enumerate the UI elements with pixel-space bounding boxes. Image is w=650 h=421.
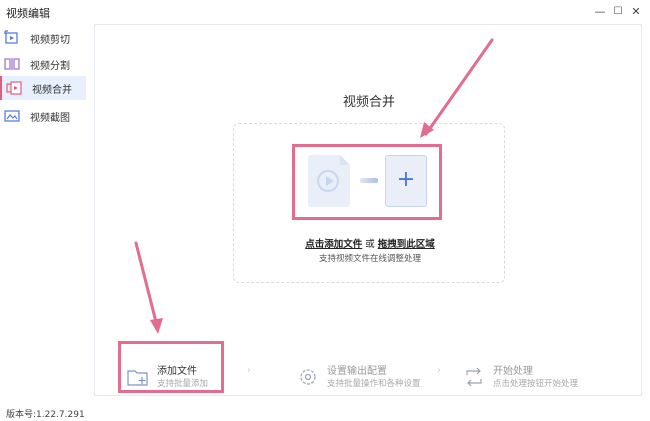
- merge-video-icon: [6, 81, 22, 95]
- maximize-button[interactable]: ☐: [610, 4, 626, 20]
- version-label: 版本号:1.22.7.291: [6, 410, 85, 420]
- sidebar-item-crop[interactable]: 视频剪切: [0, 26, 86, 50]
- title-bar: 视频编辑 — ☐ ✕: [0, 0, 650, 24]
- minimize-button[interactable]: —: [592, 4, 608, 20]
- drag-to-area-link[interactable]: 拖拽到此区域: [378, 239, 435, 250]
- sidebar-item-label: 视频剪切: [30, 35, 70, 46]
- sidebar-item-label: 视频截图: [30, 113, 70, 124]
- or-text: 或: [362, 239, 378, 250]
- step-output-settings: 设置输出配置 支持批量操作和各种设置: [297, 359, 437, 399]
- process-arrows-icon: [466, 367, 482, 387]
- drop-instruction: 点击添加文件 或 拖拽到此区域: [234, 236, 506, 250]
- page-title: 视频合并: [342, 95, 395, 110]
- step-title: 开始处理: [493, 366, 533, 377]
- step-title: 设置输出配置: [327, 366, 387, 377]
- sidebar-item-label: 视频合并: [32, 85, 72, 96]
- sidebar-item-split[interactable]: 视频分割: [0, 52, 86, 76]
- sidebar: 视频剪切 视频分割 视频合并 视频截图: [0, 24, 88, 396]
- step-subtitle: 点击处理按钮开始处理: [493, 379, 579, 389]
- crop-video-icon: [4, 30, 18, 44]
- sidebar-item-label: 视频分割: [30, 61, 70, 72]
- drop-subtext: 支持视频文件在线调整处理: [318, 254, 421, 264]
- step-subtitle: 支持批量操作和各种设置: [327, 379, 421, 389]
- sidebar-item-screenshot[interactable]: 视频截图: [0, 104, 86, 128]
- annotation-highlight-box: [292, 144, 442, 220]
- settings-gear-icon: [300, 369, 316, 385]
- split-video-icon: [4, 58, 20, 70]
- screenshot-icon: [4, 110, 20, 122]
- step-start-process: 开始处理 点击处理按钮开始处理: [463, 359, 603, 399]
- close-button[interactable]: ✕: [628, 4, 644, 20]
- step-separator-chevron-icon: ›: [437, 365, 441, 376]
- window-title: 视频编辑: [6, 7, 50, 20]
- step-separator-chevron-icon: ›: [247, 365, 251, 376]
- click-add-file-link[interactable]: 点击添加文件: [305, 239, 362, 250]
- sidebar-item-merge[interactable]: 视频合并: [0, 76, 86, 100]
- annotation-highlight-box: [118, 341, 224, 393]
